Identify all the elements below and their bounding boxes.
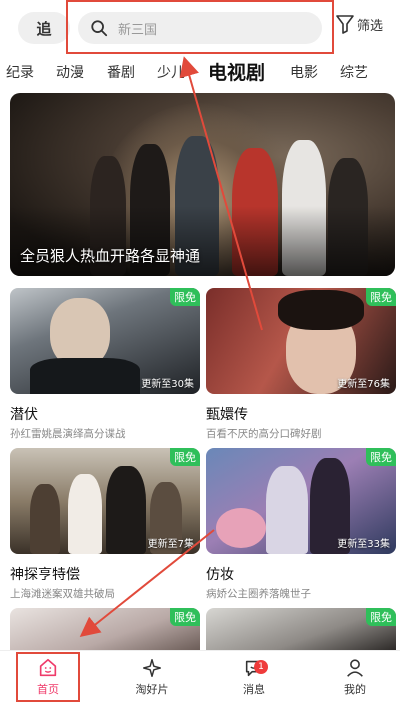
show-card[interactable]: 限免 更新至30集 潜伏 孙红雷姚晨演绎高分谍战 — [10, 288, 200, 441]
nav-profile[interactable]: 我的 — [320, 657, 390, 697]
message-count-badge: 1 — [254, 660, 268, 674]
update-status: 更新至76集 — [337, 379, 390, 390]
show-thumbnail: 限免 更新至33集 — [206, 448, 396, 554]
nav-profile-label: 我的 — [344, 683, 366, 696]
show-description: 病娇公主圈养落魄世子 — [206, 588, 311, 600]
show-thumbnail: 限免 更新至76集 — [206, 288, 396, 394]
show-card[interactable]: 限免 更新至33集 仿妆 病娇公主圈养落魄世子 — [206, 448, 396, 601]
show-title: 甄嬛传 — [206, 407, 248, 423]
show-thumbnail: 限免 — [206, 608, 396, 650]
chase-button[interactable]: 追 — [18, 12, 70, 44]
poster-figure — [30, 484, 60, 554]
update-status: 更新至7集 — [147, 539, 194, 550]
search-input[interactable]: 新三国 — [78, 12, 322, 44]
tab-tv-series[interactable]: 电视剧 — [208, 58, 265, 85]
show-title: 仿妆 — [206, 567, 234, 583]
poster-figure — [68, 474, 102, 554]
search-highlight-frame: 新三国 — [66, 0, 334, 54]
tab-documentary[interactable]: 纪录 — [6, 62, 34, 82]
hero-banner[interactable]: 全员狠人热血开路各显神通 — [10, 93, 395, 276]
tab-movies[interactable]: 电影 — [290, 62, 318, 82]
poster-figure — [30, 358, 140, 394]
sparkle-icon — [143, 659, 161, 677]
free-badge: 限免 — [170, 288, 200, 306]
show-card[interactable]: 限免 — [10, 608, 200, 650]
poster-flower — [216, 508, 266, 548]
free-badge: 限免 — [366, 448, 396, 466]
search-placeholder: 新三国 — [118, 22, 158, 38]
show-thumbnail: 限免 — [10, 608, 200, 650]
show-title: 潜伏 — [10, 407, 38, 423]
show-thumbnail: 限免 更新至30集 — [10, 288, 200, 394]
show-description: 上海滩迷案双雄共破局 — [10, 588, 115, 600]
nav-discover-label: 淘好片 — [135, 683, 169, 696]
tab-bangumi[interactable]: 番剧 — [107, 62, 135, 82]
nav-discover[interactable]: 淘好片 — [117, 657, 187, 697]
update-status: 更新至33集 — [337, 539, 390, 550]
free-badge: 限免 — [366, 288, 396, 306]
poster-figure — [266, 466, 308, 554]
filter-icon — [336, 15, 354, 34]
poster-hair — [278, 290, 364, 330]
show-description: 百看不厌的高分口碑好剧 — [206, 428, 322, 440]
show-thumbnail: 限免 更新至7集 — [10, 448, 200, 554]
show-card[interactable]: 限免 更新至7集 神探亨特偿 上海滩迷案双雄共破局 — [10, 448, 200, 601]
tab-variety[interactable]: 综艺 — [340, 62, 368, 82]
hero-caption: 全员狠人热血开路各显神通 — [20, 247, 201, 265]
update-status: 更新至30集 — [141, 379, 194, 390]
show-title: 神探亨特偿 — [10, 567, 80, 583]
show-card[interactable]: 限免 — [206, 608, 396, 650]
home-highlight-frame — [16, 652, 80, 702]
filter-label: 筛选 — [357, 18, 384, 34]
free-badge: 限免 — [366, 608, 396, 626]
free-badge: 限免 — [170, 608, 200, 626]
top-bar: 追 新三国 筛选 — [0, 0, 400, 56]
tab-anime[interactable]: 动漫 — [56, 62, 84, 82]
free-badge: 限免 — [170, 448, 200, 466]
user-icon — [347, 659, 363, 677]
poster-figure — [106, 466, 146, 554]
nav-messages-label: 消息 — [243, 683, 265, 696]
category-tabs: 纪录 动漫 番剧 少儿 电视剧 电影 综艺 — [0, 58, 400, 88]
show-card[interactable]: 限免 更新至76集 甄嬛传 百看不厌的高分口碑好剧 — [206, 288, 396, 441]
filter-button[interactable]: 筛选 — [336, 14, 383, 34]
search-icon — [91, 20, 108, 37]
show-description: 孙红雷姚晨演绎高分谍战 — [10, 428, 126, 440]
tab-kids[interactable]: 少儿 — [157, 62, 185, 82]
